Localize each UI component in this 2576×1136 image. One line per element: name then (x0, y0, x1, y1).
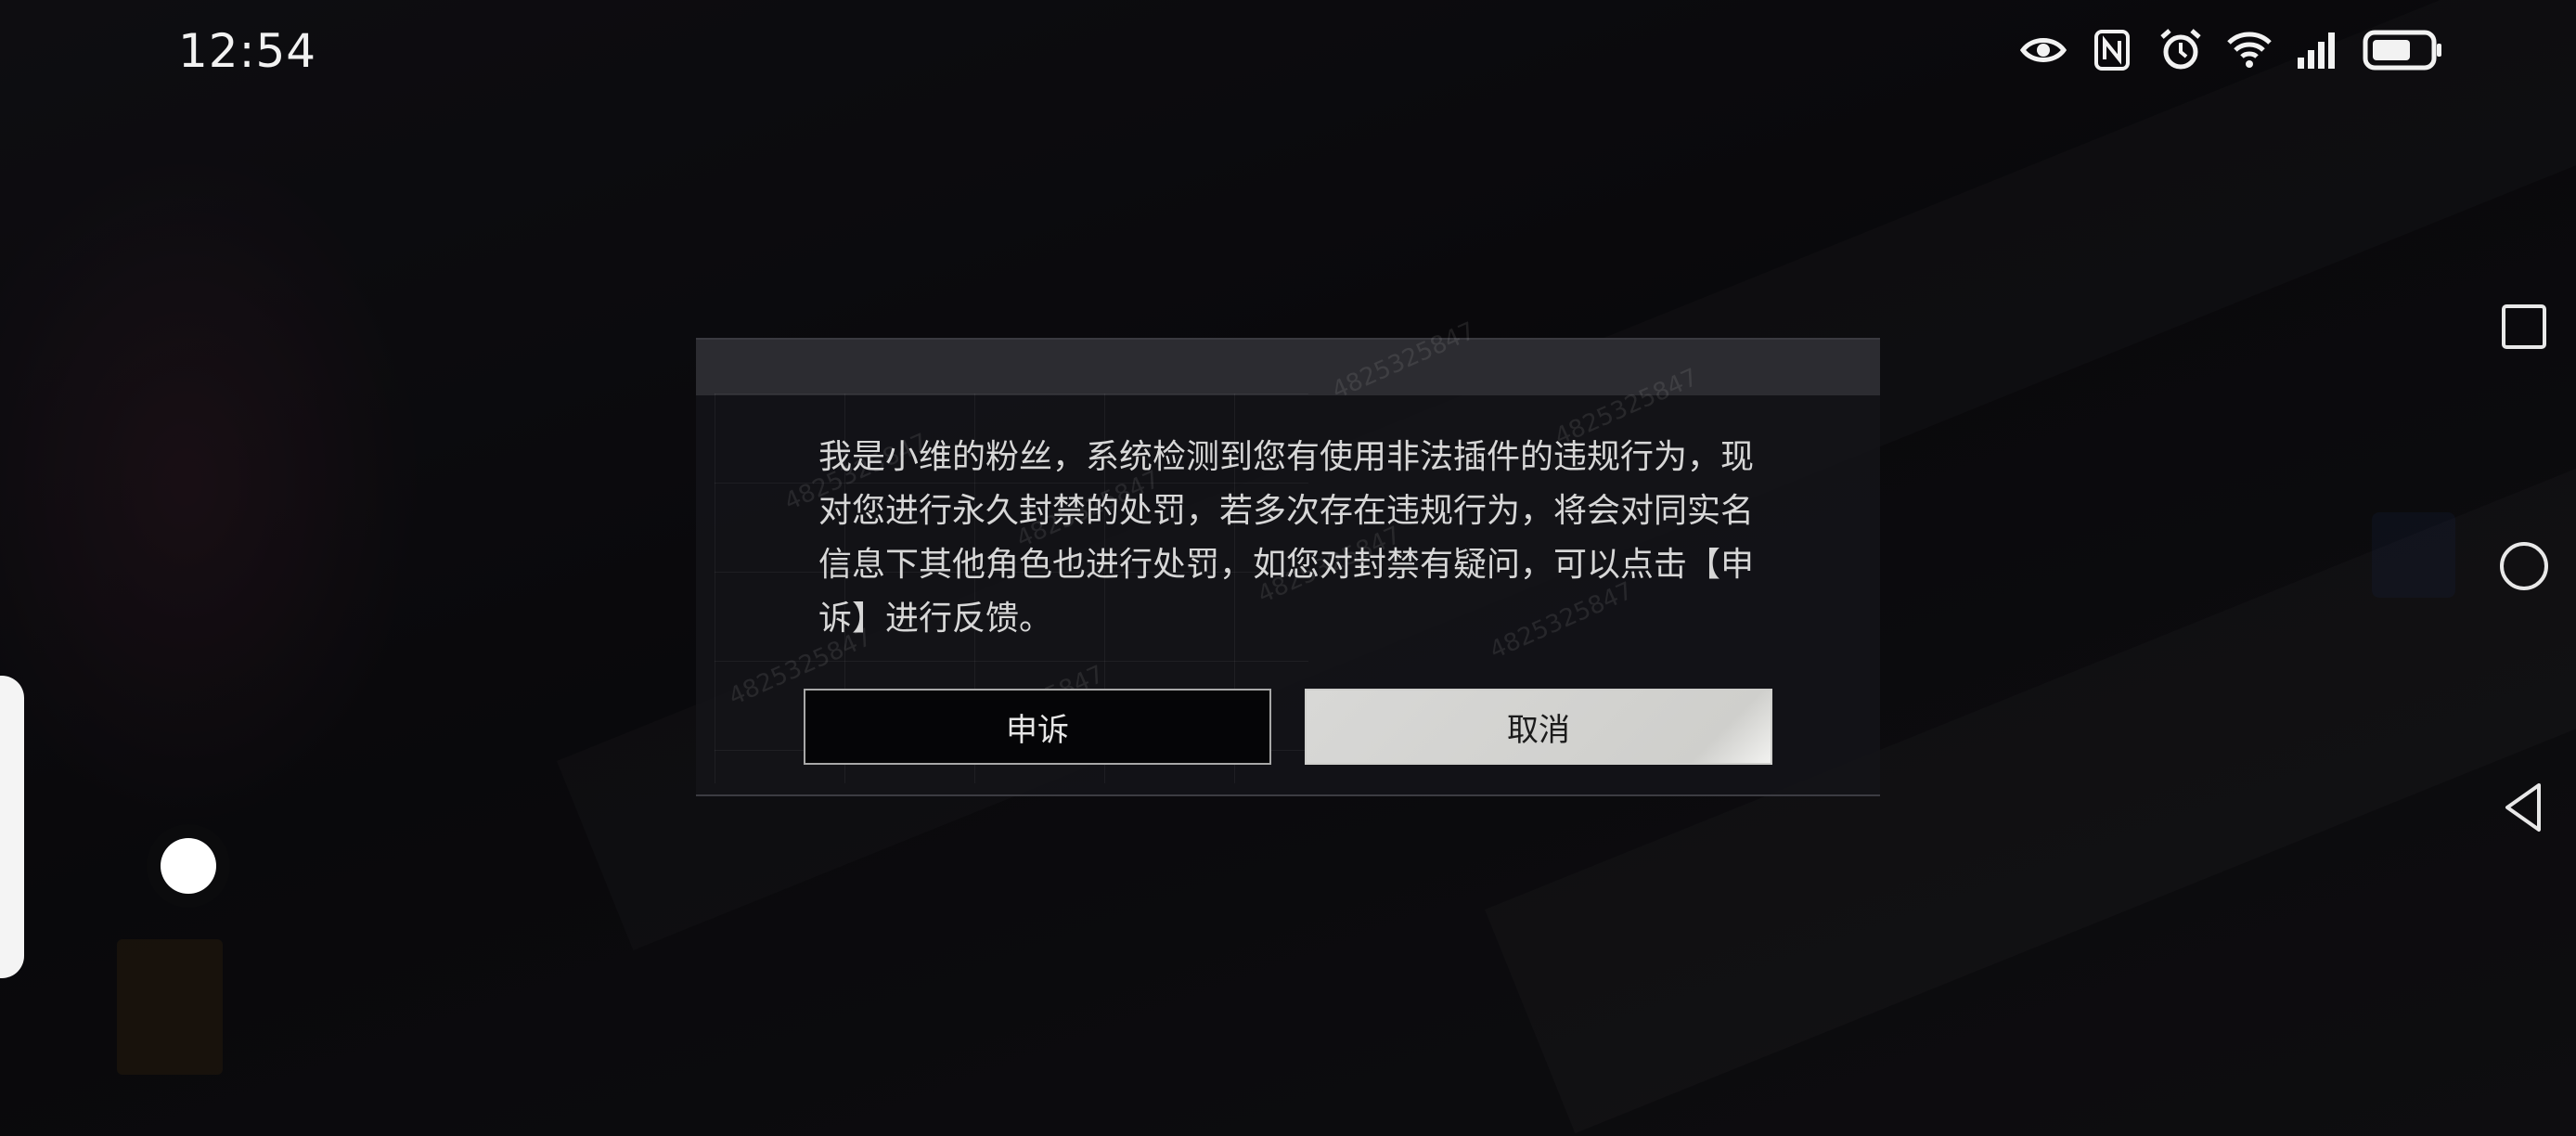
status-time: 12:54 (178, 24, 317, 78)
back-triangle-icon[interactable] (2496, 780, 2552, 835)
battery-icon (2363, 30, 2441, 71)
floating-assistant-button[interactable] (147, 824, 230, 908)
wifi-icon (2227, 32, 2272, 68)
dialog-header-bar (696, 338, 1880, 395)
alarm-icon (2160, 29, 2201, 70)
home-circle-icon[interactable] (2496, 538, 2552, 594)
system-navigation-bar (2496, 0, 2552, 1136)
cancel-button[interactable]: 取消 (1305, 689, 1772, 765)
eye-icon (2019, 38, 2067, 62)
recent-apps-square-icon[interactable] (2496, 299, 2552, 355)
ban-notice-dialog: 4825325847 4825325847 4825325847 4825325… (696, 317, 1880, 796)
side-panel-handle[interactable] (0, 676, 24, 978)
nfc-icon (2094, 30, 2130, 71)
signal-icon (2298, 32, 2335, 69)
appeal-button[interactable]: 申诉 (804, 689, 1271, 765)
status-icons (2019, 26, 2444, 74)
floating-dot-icon (161, 838, 216, 894)
ban-message-text: 我是小维的粉丝，系统检测到您有使用非法插件的违规行为，现对您进行永久封禁的处罚，… (818, 438, 1755, 638)
appeal-button-label: 申诉 (1006, 711, 1069, 749)
cancel-button-label: 取消 (1507, 711, 1570, 749)
